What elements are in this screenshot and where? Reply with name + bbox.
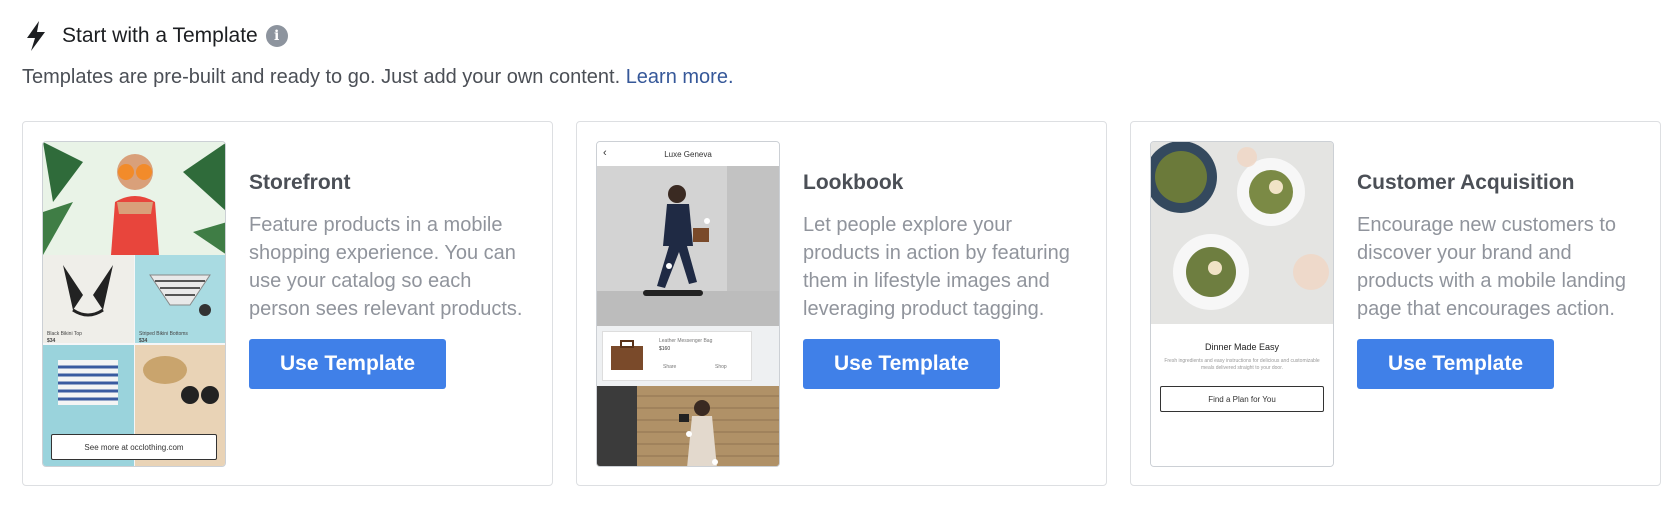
section-subtitle: Templates are pre-built and ready to go.… xyxy=(22,66,734,89)
back-chevron-icon: ‹ xyxy=(603,147,607,159)
card-description: Let people explore your products in acti… xyxy=(803,214,1070,320)
card-title: Lookbook xyxy=(803,171,904,194)
storefront-preview-image: Black Bikini Top $34 Striped Bikini Bott… xyxy=(42,141,226,467)
product-tile: Black Bikini Top $34 xyxy=(43,255,134,344)
learn-more-link[interactable]: Learn more. xyxy=(626,66,734,88)
section-title: Start with a Template xyxy=(62,24,258,47)
card-title: Storefront xyxy=(249,171,351,194)
card-content: Lookbook Let people explore your product… xyxy=(803,171,1086,389)
card-description: Feature products in a mobile shopping ex… xyxy=(249,214,523,320)
card-content: Customer Acquisition Encourage new custo… xyxy=(1357,171,1640,389)
template-cards: Black Bikini Top $34 Striped Bikini Bott… xyxy=(22,121,1661,486)
card-content: Storefront Feature products in a mobile … xyxy=(249,171,532,389)
product-tile: Striped Bikini Bottoms $34 xyxy=(135,255,225,344)
share-label: Share xyxy=(663,364,677,370)
lookbook-hero-photo xyxy=(597,166,779,326)
lookbook-brand: Luxe Geneva xyxy=(664,149,712,159)
template-card-storefront: Black Bikini Top $34 Striped Bikini Bott… xyxy=(22,121,553,486)
lookbook-secondary-photo xyxy=(597,386,779,466)
preview-body: Fresh ingredients and easy instructions … xyxy=(1164,358,1320,371)
subtitle-text: Templates are pre-built and ready to go.… xyxy=(22,66,621,88)
use-template-button[interactable]: Use Template xyxy=(1357,339,1554,389)
product-price: $160 xyxy=(659,346,671,352)
shop-label: Shop xyxy=(715,364,727,370)
info-icon[interactable]: i xyxy=(265,25,288,47)
food-photo xyxy=(1151,142,1333,324)
product-name: Leather Messenger Bag xyxy=(659,338,713,344)
lookbook-header: ‹ Luxe Geneva xyxy=(597,142,779,166)
card-description: Encourage new customers to discover your… xyxy=(1357,214,1627,320)
lookbook-product-card: Leather Messenger Bag $160 Share Shop xyxy=(602,331,752,381)
product-name: Black Bikini Top xyxy=(47,331,82,337)
section-header: Start with a Template i xyxy=(22,20,288,52)
landing-page-preview: Dinner Made Easy Fresh ingredients and e… xyxy=(1151,324,1333,466)
lookbook-product-row: Leather Messenger Bag $160 Share Shop xyxy=(597,326,779,386)
preview-heading: Dinner Made Easy xyxy=(1204,342,1280,352)
lightning-bolt-icon xyxy=(22,20,50,52)
card-title: Customer Acquisition xyxy=(1357,171,1575,194)
storefront-hero-photo xyxy=(43,142,225,255)
template-card-lookbook: ‹ Luxe Geneva Leather Messenger Bag $160… xyxy=(576,121,1107,486)
customer-acquisition-preview-image: Dinner Made Easy Fresh ingredients and e… xyxy=(1150,141,1334,467)
storefront-see-more-button: See more at occlothing.com xyxy=(51,434,217,460)
use-template-button[interactable]: Use Template xyxy=(803,339,1000,389)
product-name: Striped Bikini Bottoms xyxy=(139,331,188,337)
find-plan-button: Find a Plan for You xyxy=(1160,386,1324,412)
product-price: $34 xyxy=(139,338,148,344)
template-card-customer-acquisition: Dinner Made Easy Fresh ingredients and e… xyxy=(1130,121,1661,486)
use-template-button[interactable]: Use Template xyxy=(249,339,446,389)
product-price: $34 xyxy=(47,338,56,344)
lookbook-preview-image: ‹ Luxe Geneva Leather Messenger Bag $160… xyxy=(596,141,780,467)
